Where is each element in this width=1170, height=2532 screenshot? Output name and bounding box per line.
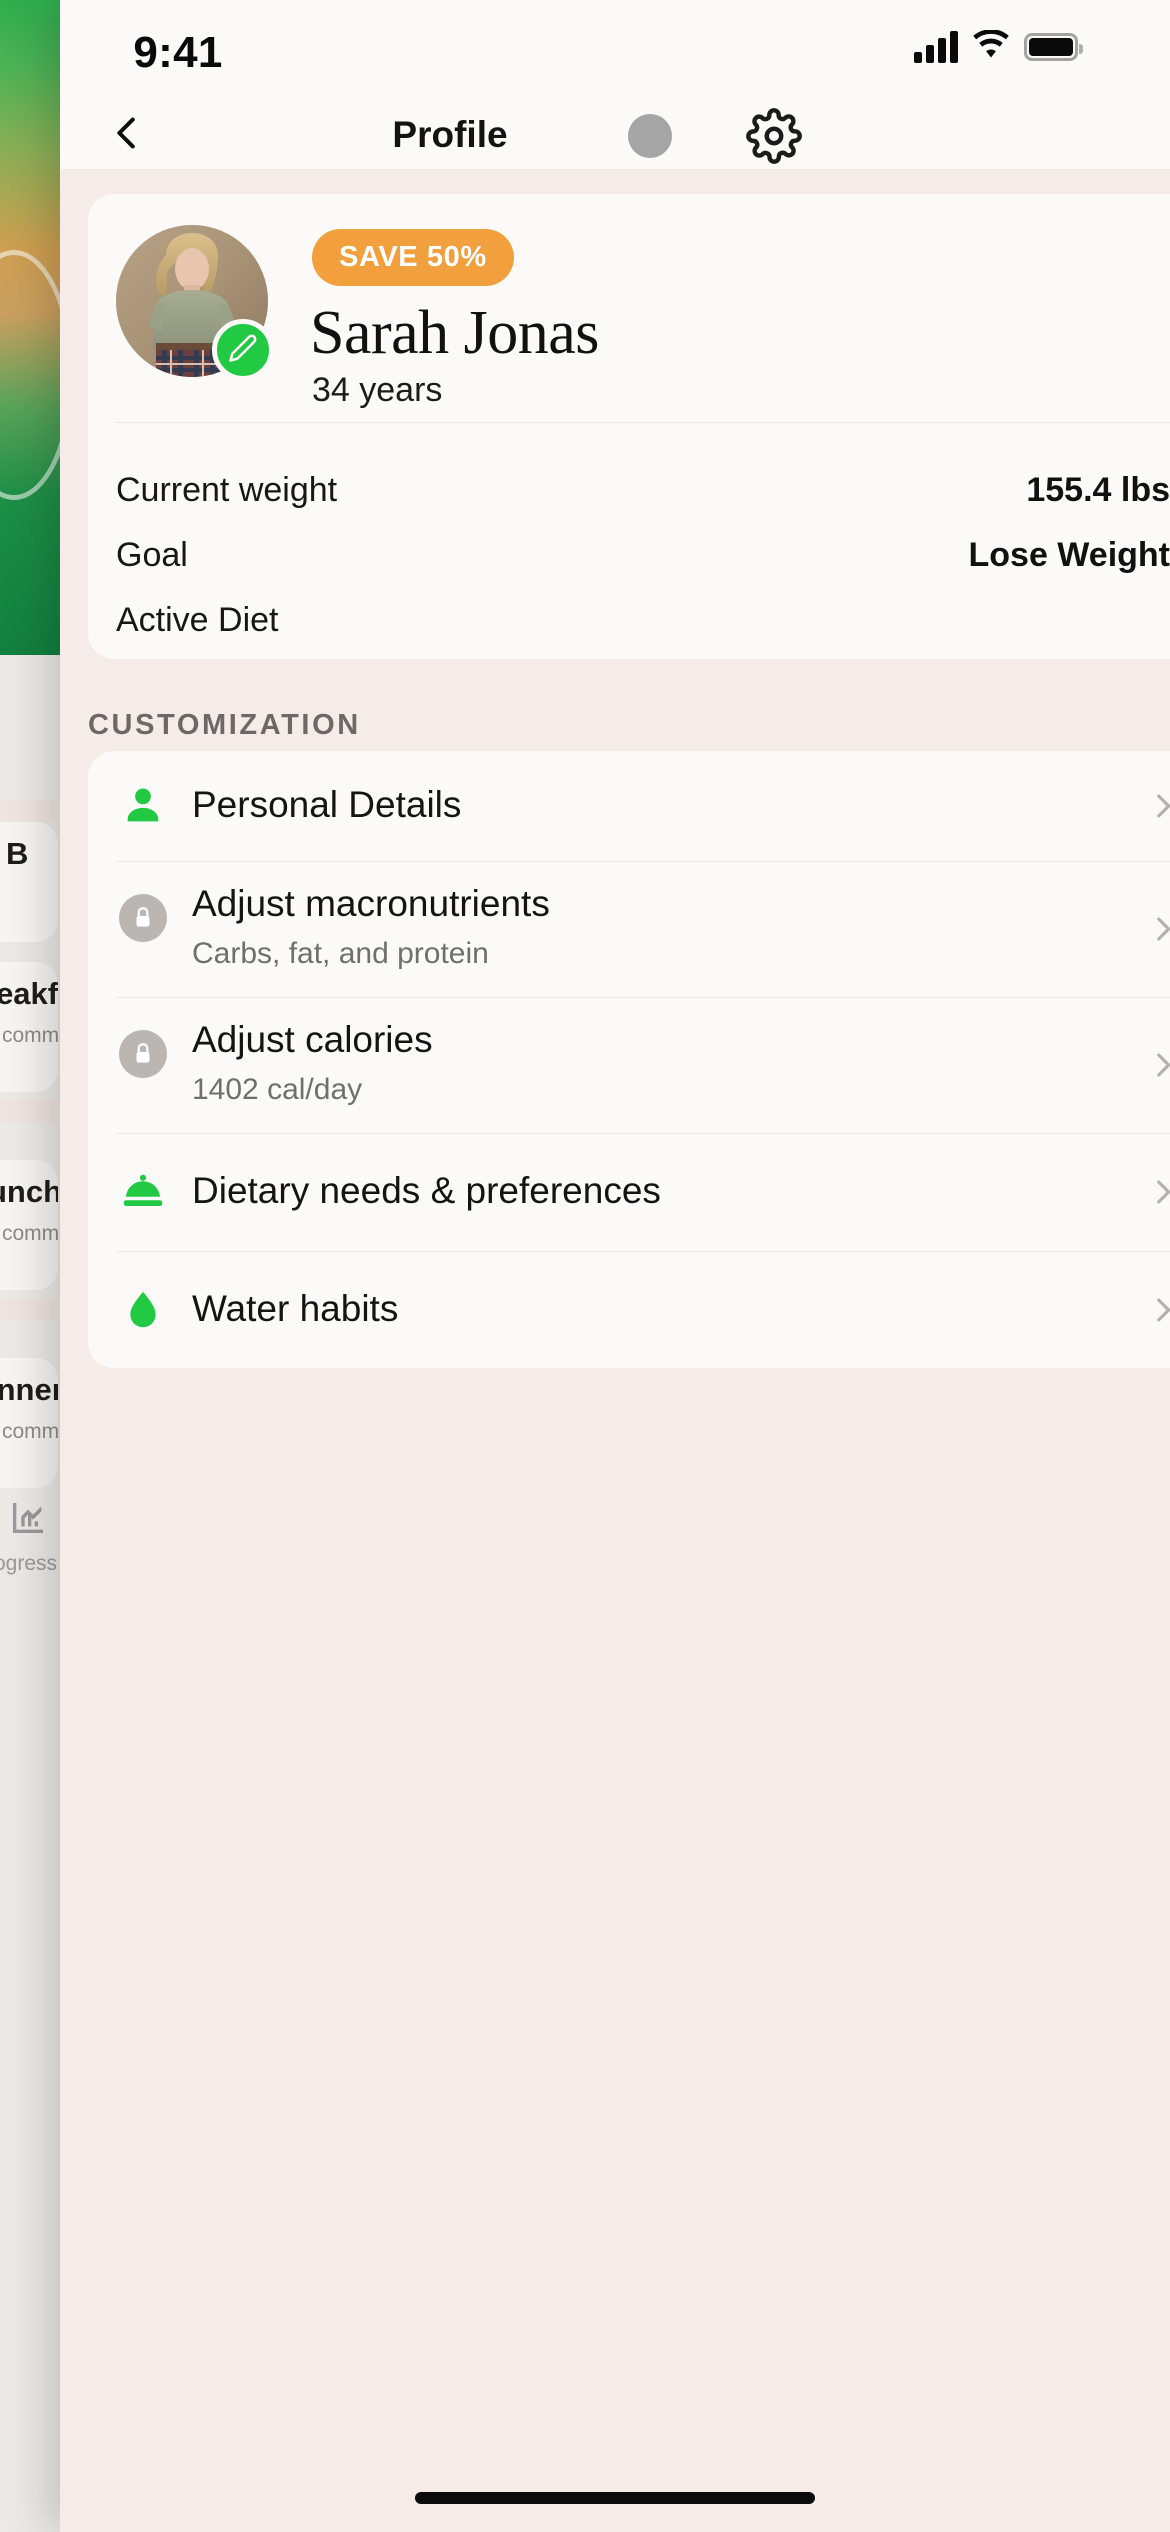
background-meal-card: inner comm bbox=[0, 1358, 58, 1488]
chevron-right-icon bbox=[1146, 1048, 1170, 1082]
background-card-subtitle: comm bbox=[2, 1222, 58, 1245]
progress-chart-icon bbox=[8, 1498, 48, 1538]
cellular-bars-icon bbox=[914, 31, 958, 63]
chevron-right-icon bbox=[1146, 1175, 1170, 1209]
stat-row: Current weight 155.4 lbs bbox=[116, 471, 1170, 517]
background-chip bbox=[0, 1298, 58, 1320]
background-tab-label: ogress bbox=[0, 1552, 58, 1575]
menu-item-water-habits[interactable]: Water habits bbox=[88, 1251, 1170, 1368]
background-card-title: inner bbox=[0, 1372, 58, 1407]
home-indicator bbox=[415, 2492, 815, 2504]
chevron-right-icon bbox=[1146, 912, 1170, 946]
scroll-content: SAVE 50% Sarah Jonas 34 years Current we… bbox=[60, 171, 1170, 2532]
food-dome-icon bbox=[116, 1165, 170, 1219]
stat-row: Active Diet bbox=[116, 601, 1170, 647]
divider bbox=[116, 422, 1170, 423]
menu-item-title: Adjust calories bbox=[192, 1019, 433, 1060]
lock-icon bbox=[116, 891, 170, 945]
stat-row: Goal Lose Weight bbox=[116, 536, 1170, 582]
section-header-customization: CUSTOMIZATION bbox=[88, 709, 361, 741]
stat-label: Current weight bbox=[116, 471, 338, 509]
menu-item-subtitle: 1402 cal/day bbox=[192, 1073, 363, 1106]
profile-name: Sarah Jonas bbox=[310, 299, 599, 367]
stat-label: Active Diet bbox=[116, 601, 279, 639]
background-meal-card: reakf comm bbox=[0, 962, 58, 1092]
menu-item-dietary-needs[interactable]: Dietary needs & preferences bbox=[88, 1133, 1170, 1251]
profile-summary-card: SAVE 50% Sarah Jonas 34 years Current we… bbox=[88, 194, 1170, 659]
profile-screen-panel: 9:41 Profile SAVE 50% Sarah Jonas 34 yea… bbox=[60, 0, 1170, 2532]
menu-item-adjust-calories[interactable]: Adjust calories 1402 cal/day bbox=[88, 997, 1170, 1133]
profile-age: 34 years bbox=[312, 371, 443, 409]
pencil-icon bbox=[228, 333, 258, 368]
background-card-title: reakf bbox=[0, 976, 58, 1011]
chevron-right-icon bbox=[1146, 1293, 1170, 1327]
edit-profile-button[interactable] bbox=[212, 319, 274, 381]
water-drop-icon bbox=[116, 1283, 170, 1337]
status-bar-indicators bbox=[914, 29, 1083, 64]
avatar[interactable] bbox=[116, 225, 274, 381]
gear-icon[interactable] bbox=[746, 108, 802, 164]
page-title: Profile bbox=[392, 114, 508, 155]
menu-item-personal-details[interactable]: Personal Details bbox=[88, 751, 1170, 861]
background-hero-image bbox=[0, 0, 74, 655]
chevron-right-icon bbox=[1146, 789, 1170, 823]
customization-card: Personal Details Adjust macronutrients C… bbox=[88, 751, 1170, 1368]
background-chip bbox=[0, 1100, 58, 1122]
menu-item-title: Adjust macronutrients bbox=[192, 883, 550, 924]
save-discount-badge[interactable]: SAVE 50% bbox=[312, 229, 514, 286]
menu-item-title: Water habits bbox=[192, 1288, 399, 1329]
background-card-title: unch bbox=[0, 1174, 58, 1209]
wifi-icon bbox=[972, 29, 1010, 64]
person-icon bbox=[116, 779, 170, 833]
menu-item-title: Personal Details bbox=[192, 784, 462, 825]
background-tabbar: ogress bbox=[0, 1470, 60, 1670]
background-card-title: B bbox=[6, 836, 29, 871]
background-card-subtitle: comm bbox=[2, 1420, 58, 1443]
user-avatar-icon[interactable] bbox=[628, 114, 672, 158]
menu-item-subtitle: Carbs, fat, and protein bbox=[192, 937, 489, 970]
navigation-bar: Profile bbox=[60, 100, 1170, 170]
lock-icon bbox=[116, 1027, 170, 1081]
background-card-subtitle: comm bbox=[2, 1024, 58, 1047]
menu-item-adjust-macronutrients[interactable]: Adjust macronutrients Carbs, fat, and pr… bbox=[88, 861, 1170, 997]
stat-label: Goal bbox=[116, 536, 188, 574]
menu-item-title: Dietary needs & preferences bbox=[192, 1170, 661, 1211]
background-meal-card: B bbox=[0, 822, 58, 942]
status-bar: 9:41 bbox=[60, 0, 1170, 100]
stat-value: 155.4 lbs bbox=[1026, 471, 1170, 509]
background-meal-card: unch comm bbox=[0, 1160, 58, 1290]
battery-full-icon bbox=[1024, 33, 1083, 61]
background-chip bbox=[0, 800, 58, 822]
stat-value: Lose Weight bbox=[968, 536, 1170, 574]
status-bar-time: 9:41 bbox=[133, 28, 223, 77]
